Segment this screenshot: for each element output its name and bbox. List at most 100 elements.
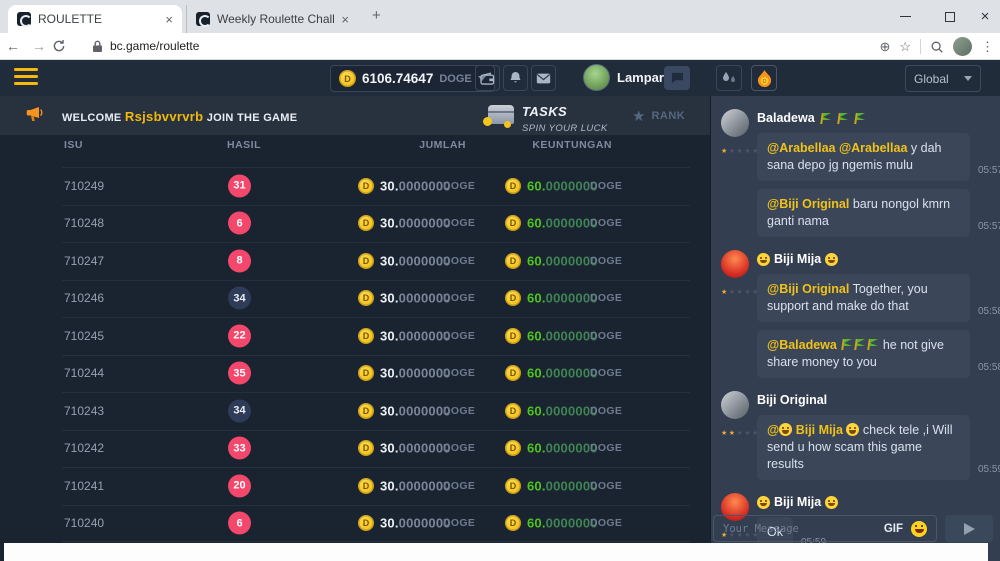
- tab-weekly-challenge[interactable]: Weekly Roulette Challenge - Wi ×: [186, 5, 358, 33]
- avatar[interactable]: [721, 109, 749, 137]
- chat-bubble-icon: [671, 72, 684, 84]
- bet-currency: DOGE: [443, 480, 475, 492]
- bcgame-favicon: [196, 12, 210, 26]
- back-icon[interactable]: ←: [0, 38, 26, 54]
- table-row[interactable]: 7102443530.0000000DOGE60.0000000DOGE: [0, 355, 710, 393]
- chat-message-group: ★★★★★ Baladewa @Arabellaa @Arabellaa y d…: [711, 109, 1000, 237]
- table-row[interactable]: 7102463430.0000000DOGE60.0000000DOGE: [0, 280, 710, 318]
- user-rating: ★★★★★: [721, 429, 757, 437]
- table-row[interactable]: 710248630.0000000DOGE60.0000000DOGE: [0, 205, 710, 243]
- tab-title: Weekly Roulette Challenge - Wi: [217, 12, 334, 26]
- avatar[interactable]: [721, 250, 749, 278]
- rain-button[interactable]: [716, 65, 742, 91]
- tab-roulette[interactable]: ROULETTE ×: [8, 5, 182, 33]
- doge-coin-icon: [505, 215, 521, 231]
- result-badge: 35: [228, 362, 251, 385]
- avatar[interactable]: [721, 391, 749, 419]
- doge-coin-icon: [358, 253, 374, 269]
- mail-icon: [536, 73, 551, 84]
- column-header-keuntungan: KEUNTUNGAN: [527, 139, 612, 151]
- reload-icon[interactable]: [52, 39, 78, 53]
- address-bar[interactable]: bc.game/roulette: [92, 39, 199, 53]
- new-tab-button[interactable]: +: [372, 7, 381, 24]
- chat-input-box: GIF: [713, 515, 937, 542]
- win-currency: DOGE: [590, 330, 622, 342]
- green-flag-icon: [837, 113, 848, 124]
- coin-drop-button[interactable]: D: [751, 65, 777, 91]
- bet-currency: DOGE: [443, 217, 475, 229]
- site-header: 6106.74647 DOGE Lampard D Global: [0, 60, 1000, 96]
- table-row[interactable]: 7102493130.0000000DOGE60.0000000DOGE: [0, 167, 710, 205]
- chat-bubble: @Baladewa he not give share money to you…: [757, 330, 970, 378]
- mention[interactable]: @Arabellaa @Arabellaa: [767, 141, 907, 155]
- mention[interactable]: @Biji Original: [767, 197, 849, 211]
- wallet-icon: [480, 72, 495, 85]
- table-row[interactable]: 7102433430.0000000DOGE60.0000000DOGE: [0, 392, 710, 430]
- hamburger-menu-icon[interactable]: [14, 68, 38, 89]
- window-close-button[interactable]: ×: [970, 0, 1000, 33]
- bet-amount: 30.0000000: [380, 478, 451, 493]
- browser-profile-avatar[interactable]: [953, 37, 972, 56]
- win-currency: DOGE: [590, 217, 622, 229]
- zoom-plus-icon[interactable]: ⊕: [879, 39, 890, 55]
- user-avatar[interactable]: [583, 64, 610, 91]
- screen: ROULETTE × Weekly Roulette Challenge - W…: [0, 0, 1000, 561]
- doge-coin-icon: [505, 515, 521, 531]
- rank-star-icon: ★: [632, 107, 645, 125]
- round-id: 710249: [64, 179, 104, 193]
- chat-message-input[interactable]: [723, 523, 876, 535]
- toolbar-divider: [920, 39, 921, 54]
- notifications-button[interactable]: [503, 65, 528, 91]
- bet-currency: DOGE: [443, 405, 475, 417]
- window-maximize-button[interactable]: [935, 0, 965, 33]
- chat-channel-select[interactable]: Global: [905, 65, 981, 92]
- table-row[interactable]: 7102412030.0000000DOGE60.0000000DOGE: [0, 467, 710, 505]
- gif-button[interactable]: GIF: [884, 523, 903, 535]
- browser-menu-icon[interactable]: ⋮: [981, 39, 994, 55]
- chat-username: Biji Original: [757, 393, 990, 407]
- table-row[interactable]: 710240630.0000000DOGE60.0000000DOGE: [0, 505, 710, 543]
- bookmark-star-icon[interactable]: ☆: [899, 39, 911, 55]
- url-text[interactable]: bc.game/roulette: [110, 39, 199, 53]
- window-minimize-button[interactable]: [890, 0, 920, 33]
- round-id: 710240: [64, 516, 104, 530]
- result-badge: 6: [228, 512, 251, 535]
- balance-selector[interactable]: 6106.74647 DOGE: [330, 65, 495, 92]
- emoji-picker-icon[interactable]: [911, 521, 927, 537]
- chat-username: Biji Mija: [757, 252, 990, 266]
- green-flag-icon: [854, 113, 865, 124]
- browser-toolbar: ← → bc.game/roulette ⊕ ☆ ⋮: [0, 33, 1000, 60]
- win-amount: 60.0000000: [527, 441, 598, 456]
- bet-amount: 30.0000000: [380, 328, 451, 343]
- rank-label: RANK: [651, 110, 685, 122]
- bet-currency: DOGE: [443, 180, 475, 192]
- send-message-button[interactable]: [945, 515, 993, 542]
- messages-button[interactable]: [531, 65, 556, 91]
- result-badge: 20: [228, 474, 251, 497]
- mention[interactable]: @Biji Original: [767, 282, 849, 296]
- balance-amount: 6106.74647: [362, 71, 433, 86]
- forward-icon[interactable]: →: [26, 38, 52, 54]
- tasks-shortcut[interactable]: TASKS SPIN YOUR LUCK: [522, 103, 608, 134]
- tab-close-icon[interactable]: ×: [165, 12, 173, 27]
- table-row[interactable]: 7102452230.0000000DOGE60.0000000DOGE: [0, 317, 710, 355]
- table-row[interactable]: 710247830.0000000DOGE60.0000000DOGE: [0, 242, 710, 280]
- mention[interactable]: @Baladewa: [767, 338, 837, 352]
- win-amount: 60.0000000: [527, 403, 598, 418]
- bet-amount: 30.0000000: [380, 441, 451, 456]
- doge-coin-icon: [339, 70, 356, 87]
- column-header-isu: ISU: [64, 139, 83, 151]
- message-time: 05:59: [978, 461, 1000, 478]
- rank-shortcut[interactable]: ★ RANK: [632, 107, 685, 125]
- chat-toggle-button[interactable]: [664, 66, 690, 90]
- table-row[interactable]: 7102423330.0000000DOGE60.0000000DOGE: [0, 430, 710, 468]
- chat-username: Biji Mija: [757, 495, 990, 509]
- doge-coin-icon: [505, 290, 521, 306]
- mention[interactable]: @ Biji Mija: [767, 423, 859, 437]
- doge-coin-icon: [505, 328, 521, 344]
- search-icon[interactable]: [930, 40, 944, 54]
- tab-close-icon[interactable]: ×: [341, 12, 349, 27]
- doge-coin-icon: [358, 365, 374, 381]
- chat-bubble: @ Biji Mija check tele ,i Will send u ho…: [757, 415, 970, 480]
- wallet-button[interactable]: [475, 65, 500, 91]
